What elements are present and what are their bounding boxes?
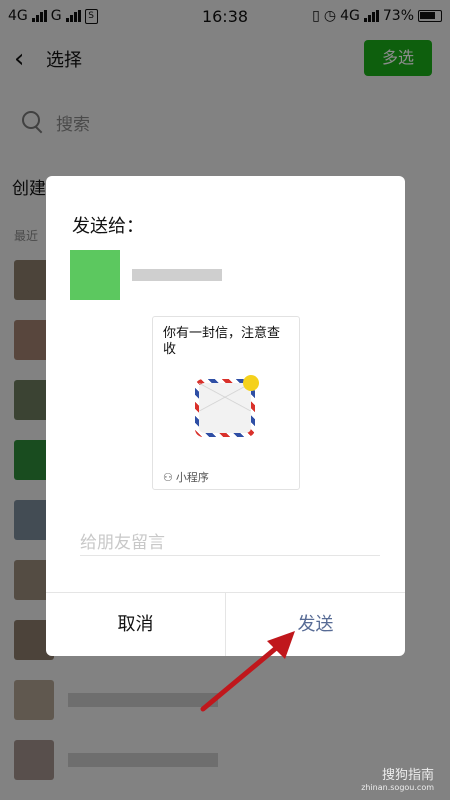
envelope-body <box>199 383 251 433</box>
watermark-text: 搜狗指南 <box>381 768 434 783</box>
seal-icon <box>243 375 259 391</box>
avatar <box>70 250 120 300</box>
card-text: 你有一封信，注意查收 <box>163 326 281 357</box>
recipient-name-placeholder <box>132 269 222 281</box>
mini-program-label: 小程序 <box>175 471 209 484</box>
dialog-title: 发送给： <box>72 216 144 237</box>
watermark-sub: zhinan.sogou.com <box>361 783 434 792</box>
send-to-dialog: 发送给： 你有一封信，注意查收 ⚇ 小程序 给朋友留言 取消 发送 <box>46 176 405 656</box>
link-icon: ⚇ <box>163 470 173 484</box>
card-footer: ⚇ 小程序 <box>163 469 209 485</box>
watermark: 搜狗指南 zhinan.sogou.com <box>361 764 434 792</box>
annotation-arrow-icon <box>200 631 295 712</box>
mini-program-card: 你有一封信，注意查收 ⚇ 小程序 <box>152 316 300 490</box>
envelope-icon <box>195 375 259 437</box>
recipient <box>70 250 222 300</box>
message-input[interactable]: 给朋友留言 <box>80 528 380 556</box>
